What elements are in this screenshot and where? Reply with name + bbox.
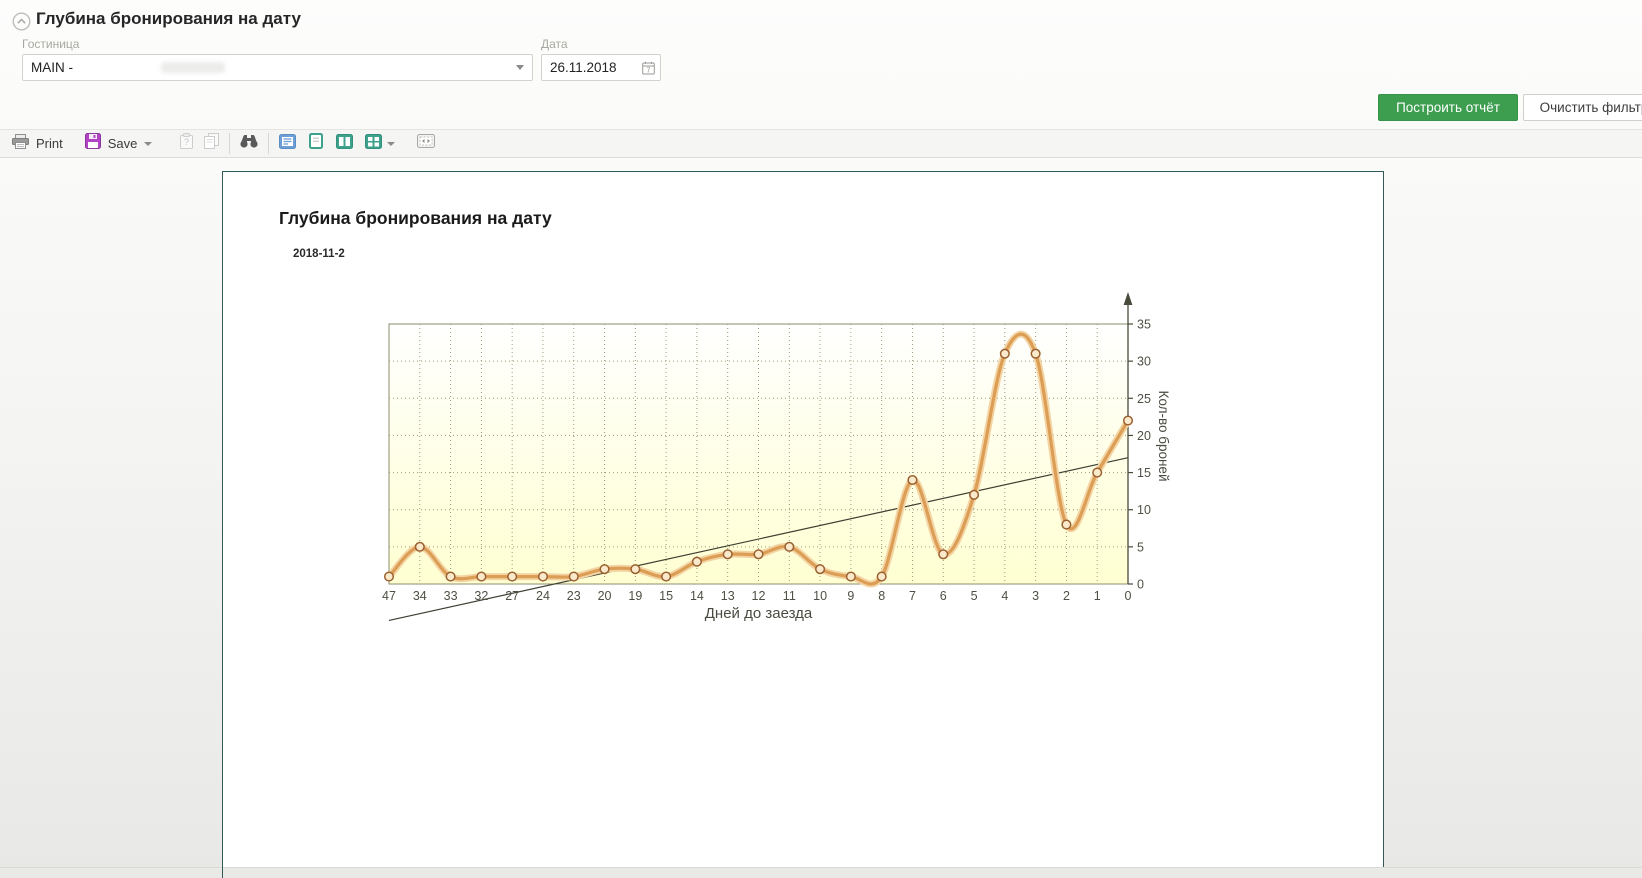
svg-text:11: 11 [783,589,796,603]
hotel-field-label: Гостиница [22,37,80,51]
copy-icon [204,133,220,154]
page-title: Глубина бронирования на дату [36,9,301,28]
hotel-select-value: MAIN - [31,60,73,75]
svg-text:12: 12 [752,589,766,603]
calendar-icon[interactable]: 7 [642,61,655,78]
svg-text:10: 10 [1137,503,1151,517]
svg-text:19: 19 [628,589,642,603]
svg-text:3: 3 [1032,589,1039,603]
clear-filter-button[interactable]: Очистить фильтр [1523,94,1642,121]
save-button-label: Save [107,136,138,151]
two-page-view-button[interactable] [336,133,354,154]
svg-text:32: 32 [474,589,488,603]
svg-text:30: 30 [1137,355,1151,369]
svg-text:2: 2 [1063,589,1070,603]
full-page-icon [309,133,324,154]
find-button[interactable] [240,134,258,153]
svg-text:9: 9 [847,589,854,603]
paste-icon: ? [180,133,194,154]
svg-text:35: 35 [1137,318,1151,332]
svg-text:15: 15 [1137,466,1151,480]
svg-text:20: 20 [1137,429,1151,443]
svg-text:20: 20 [598,589,612,603]
redacted-hotel-name [161,62,225,73]
svg-text:47: 47 [382,589,396,603]
svg-text:Дней до заезда: Дней до заезда [705,605,813,622]
print-button-label: Print [36,136,63,151]
svg-text:34: 34 [413,589,427,603]
booking-depth-chart: 0510152025303547 34 33 32 27 24 23 20 19 15 14 13 12… [382,292,1171,622]
binoculars-icon [240,134,258,153]
printer-icon [12,133,29,154]
svg-text:0: 0 [1125,589,1132,603]
svg-text:15: 15 [659,589,673,603]
fit-width-icon [417,134,436,153]
svg-text:1: 1 [1094,589,1101,603]
fit-width-button[interactable] [417,134,436,153]
svg-text:27: 27 [505,589,519,603]
report-subtitle: 2018-11-2 [293,248,345,260]
date-input[interactable] [550,60,636,75]
full-page-view-button[interactable] [309,133,324,154]
multi-page-icon [365,133,383,154]
clear-filter-label: Очистить фильтр [1539,100,1642,115]
svg-text:Кол-во броней: Кол-во броней [1156,391,1171,482]
svg-text:10: 10 [813,589,827,603]
svg-text:13: 13 [721,589,735,603]
single-page-icon [279,133,297,154]
report-title: Глубина бронирования на дату [279,208,552,228]
report-page-border [222,867,223,878]
svg-text:14: 14 [690,589,704,603]
date-field[interactable]: 7 [541,54,661,81]
toolbar-separator [229,133,231,154]
svg-text:23: 23 [567,589,581,603]
svg-text:?: ? [184,137,189,147]
svg-text:33: 33 [444,589,458,603]
two-page-icon [336,133,354,154]
svg-text:25: 25 [1137,392,1151,406]
horizontal-scrollbar[interactable] [0,867,1642,878]
paste-button[interactable]: ? [180,133,194,154]
chevron-down-icon [516,65,524,70]
svg-text:6: 6 [940,589,947,603]
report-toolbar: Print Save ? [0,129,1642,158]
collapse-panel-icon[interactable] [12,12,31,36]
date-field-label: Дата [541,37,568,51]
build-report-button[interactable]: Построить отчёт [1378,94,1518,121]
svg-text:4: 4 [1001,589,1008,603]
svg-text:0: 0 [1137,578,1144,592]
multi-page-view-button[interactable] [365,133,396,154]
report-page: Глубина бронирования на дату 2018-11-2 0… [222,171,1384,878]
save-icon [84,133,101,154]
save-dropdown-caret-icon[interactable] [144,141,153,146]
print-button[interactable]: Print [12,133,63,154]
svg-text:24: 24 [536,589,550,603]
copy-button[interactable] [204,133,220,154]
toolbar-separator [268,133,270,154]
svg-text:5: 5 [1137,540,1144,554]
build-report-label: Построить отчёт [1396,100,1500,115]
svg-text:5: 5 [971,589,978,603]
multi-page-dropdown-caret-icon[interactable] [387,141,396,146]
svg-text:8: 8 [878,589,885,603]
hotel-select[interactable]: MAIN - [22,54,533,81]
save-button[interactable]: Save [84,133,153,154]
svg-text:7: 7 [647,68,651,75]
single-page-view-button[interactable] [279,133,297,154]
svg-text:7: 7 [909,589,916,603]
